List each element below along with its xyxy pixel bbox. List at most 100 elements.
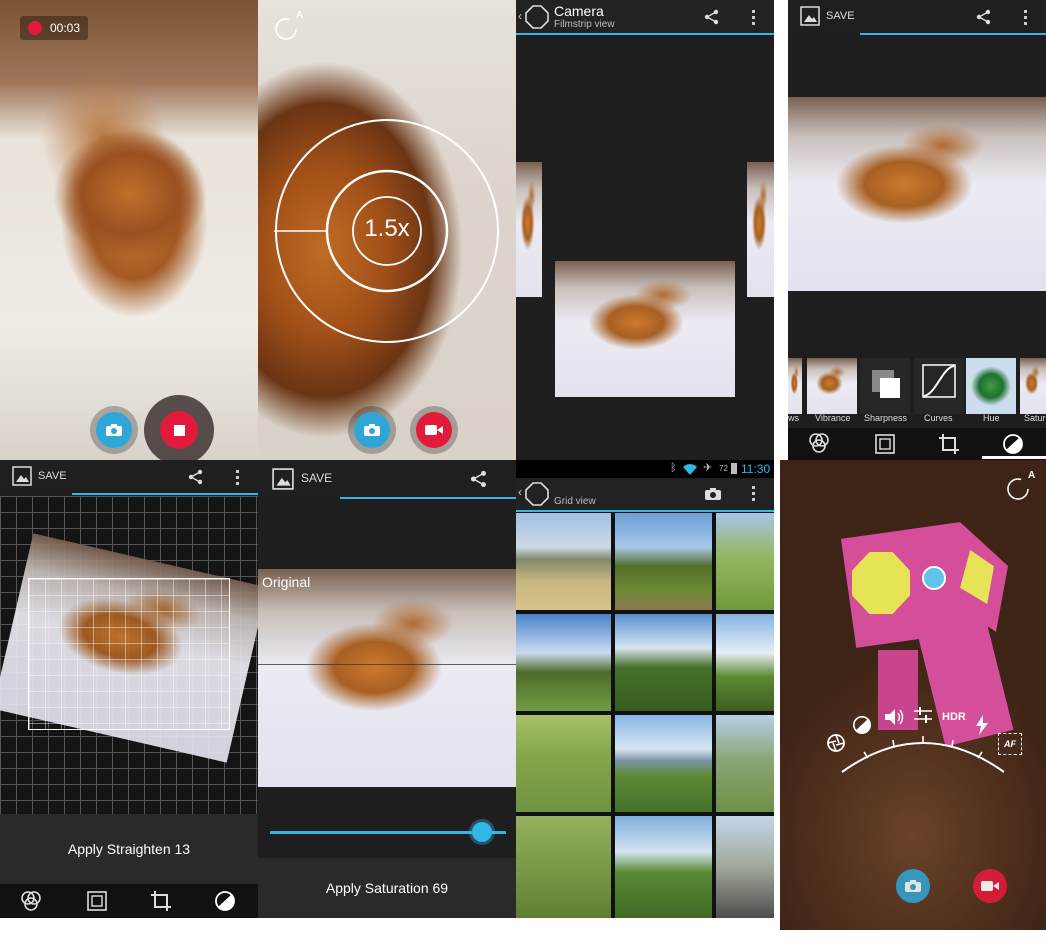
filmstrip-next-item[interactable] (747, 162, 774, 297)
camera-button[interactable] (896, 869, 930, 903)
grid-photo[interactable] (716, 614, 774, 711)
filters-icon[interactable] (20, 890, 42, 912)
grid-photo[interactable] (516, 715, 611, 812)
grid-photo[interactable] (615, 513, 712, 610)
edit-preview-image (788, 97, 1046, 291)
crop-icon[interactable] (150, 890, 172, 912)
grid-photo[interactable] (615, 614, 712, 711)
video-camera-icon (981, 881, 999, 891)
camera-button[interactable] (96, 412, 132, 448)
panel-saturation: SAVE Original Apply Saturation 69 (258, 460, 516, 918)
grid-photo[interactable] (615, 715, 712, 812)
save-button[interactable]: SAVE (301, 471, 332, 485)
camera-icon (905, 880, 921, 892)
slider-thumb[interactable] (472, 822, 493, 842)
camera-icon[interactable] (704, 487, 722, 501)
filter-thumb-saturation[interactable] (1020, 358, 1046, 414)
action-bar-underline (340, 497, 516, 499)
aperture-icon[interactable] (826, 733, 846, 753)
panel-video-recording: 00:03 (0, 0, 258, 460)
af-label: AF (1004, 739, 1016, 749)
frame-icon[interactable] (86, 890, 108, 912)
gallery-icon[interactable] (800, 6, 820, 26)
split-line (258, 664, 516, 665)
flash-auto-icon[interactable]: A (1006, 470, 1036, 502)
filters-icon[interactable] (808, 432, 830, 454)
exposure-icon[interactable] (214, 890, 236, 912)
apply-bar[interactable]: Apply Straighten 13 (0, 814, 258, 884)
crop-bounds[interactable] (28, 578, 230, 730)
filmstrip-prev-item[interactable] (516, 162, 542, 297)
overflow-menu-icon[interactable] (236, 470, 240, 488)
exposure-icon[interactable] (852, 715, 872, 735)
share-icon[interactable] (470, 470, 488, 488)
filter-label: Saturat (1024, 413, 1046, 423)
camera-app-icon[interactable] (525, 482, 549, 506)
grid-photo[interactable] (716, 715, 774, 812)
action-bar: SAVE (788, 0, 1046, 34)
exposure-icon[interactable] (1002, 433, 1024, 455)
volume-icon[interactable] (883, 708, 905, 726)
record-dot-icon (28, 21, 42, 35)
save-button[interactable]: SAVE (38, 470, 67, 482)
share-icon[interactable] (976, 9, 992, 25)
save-button[interactable]: SAVE (826, 10, 855, 22)
video-button[interactable] (973, 869, 1007, 903)
grid-photo[interactable] (716, 816, 774, 918)
filter-thumb-hue[interactable] (966, 358, 1016, 414)
lizard-photo (40, 110, 240, 310)
filter-thumb-ws[interactable] (788, 358, 802, 414)
gallery-icon[interactable] (12, 466, 32, 486)
back-chevron-icon[interactable]: ‹ (518, 485, 522, 499)
slider-track (270, 831, 506, 834)
action-bar: ‹ Camera Filmstrip view (516, 0, 774, 34)
action-bar-underline (516, 510, 774, 512)
gallery-icon[interactable] (272, 468, 294, 490)
panel-grid-view: ᛒ ✈ 72 11:30 ‹ Grid view (516, 460, 774, 918)
grid-photo[interactable] (716, 513, 774, 610)
video-camera-icon (425, 425, 443, 435)
app-title: Camera (554, 3, 604, 19)
filter-thumb-vibrance[interactable] (807, 358, 857, 414)
editor-bottom-bar (0, 884, 258, 918)
crop-icon[interactable] (938, 433, 960, 455)
grid-photo[interactable] (516, 614, 611, 711)
overflow-menu-icon[interactable] (752, 10, 756, 28)
overflow-menu-icon[interactable] (1024, 10, 1028, 28)
recording-timer: 00:03 (20, 16, 89, 40)
hdr-toggle[interactable]: HDR (942, 711, 966, 723)
battery-icon (731, 463, 737, 474)
saturation-preview-image (258, 569, 516, 787)
filter-thumb-sharpness[interactable] (860, 358, 910, 414)
overflow-menu-icon[interactable] (752, 486, 756, 504)
stop-recording-button[interactable] (144, 395, 214, 460)
view-mode-dropdown[interactable]: Filmstrip view (554, 19, 615, 30)
grid-photo[interactable] (615, 816, 712, 918)
back-chevron-icon[interactable]: ‹ (518, 9, 522, 23)
share-icon[interactable] (704, 9, 720, 25)
camera-icon (364, 424, 380, 436)
grid-photo[interactable] (516, 513, 611, 610)
frame-icon[interactable] (874, 433, 896, 455)
action-bar: SAVE (0, 460, 258, 494)
view-mode-dropdown[interactable]: Grid view (554, 496, 596, 507)
filter-thumb-curves[interactable] (914, 358, 964, 414)
apply-straighten-text: Apply Straighten 13 (67, 841, 191, 857)
filter-label: Sharpness (864, 413, 908, 423)
flash-auto-icon[interactable]: A (274, 10, 304, 42)
apply-bar[interactable]: Apply Saturation 69 (258, 858, 516, 918)
action-bar-underline (516, 33, 774, 35)
grid-photo[interactable] (516, 816, 611, 918)
camera-app-icon[interactable] (525, 5, 549, 29)
flash-bolt-icon[interactable] (974, 715, 990, 735)
autofocus-toggle[interactable]: AF (998, 733, 1022, 755)
sliders-icon[interactable] (913, 706, 933, 724)
camera-button[interactable] (354, 412, 390, 448)
saturation-slider[interactable] (270, 822, 506, 842)
share-icon[interactable] (188, 469, 204, 485)
camera-icon (106, 424, 122, 436)
filmstrip-current-item[interactable] (555, 261, 735, 397)
status-bar: ᛒ ✈ 72 11:30 (516, 460, 774, 478)
sharpness-icon (872, 370, 900, 398)
video-button[interactable] (416, 412, 452, 448)
